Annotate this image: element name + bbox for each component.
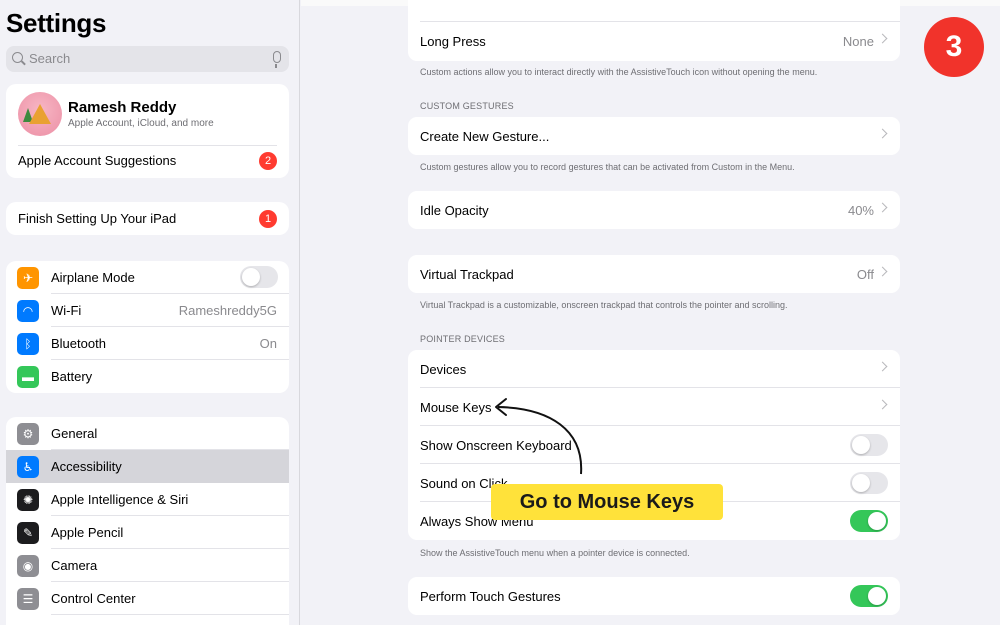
step-number-badge: 3 (924, 17, 984, 77)
settings-sidebar: Settings Search Ramesh Reddy Apple Accou… (0, 0, 300, 625)
double-tap-row[interactable] (408, 0, 900, 22)
sidebar-item-label: Bluetooth (51, 336, 106, 351)
camera-icon: ◉ (17, 555, 39, 577)
siri-icon: ✺ (17, 489, 39, 511)
sidebar-item-label: Apple Intelligence & Siri (51, 492, 189, 507)
sidebar-item-bluetooth[interactable]: ᛒ Bluetooth On (6, 327, 289, 360)
sidebar-title: Settings (6, 8, 107, 38)
long-press-label: Long Press (420, 34, 486, 49)
pencil-icon: ✎ (17, 522, 39, 544)
suggestions-badge: 2 (259, 152, 277, 170)
profile-name: Ramesh Reddy (68, 99, 177, 116)
account-suggestions-row[interactable]: Apple Account Suggestions 2 (18, 145, 277, 170)
custom-gestures-header: CUSTOM GESTURES (420, 101, 514, 111)
control-center-icon: ☰ (17, 588, 39, 610)
virtual-trackpad-row[interactable]: Virtual Trackpad Off (408, 255, 900, 293)
bluetooth-value: On (259, 336, 277, 351)
connectivity-group: ✈ Airplane Mode ◠ Wi-Fi Rameshreddy5G ᛒ … (6, 261, 289, 393)
idle-opacity-label: Idle Opacity (420, 203, 489, 218)
instruction-callout: Go to Mouse Keys (491, 484, 723, 520)
finish-setup-row[interactable]: Finish Setting Up Your iPad 1 (6, 202, 289, 235)
pointer-devices-footer: Show the AssistiveTouch menu when a poin… (420, 548, 690, 558)
sidebar-item-control-center[interactable]: ☰ Control Center (6, 582, 289, 615)
microphone-icon[interactable] (273, 51, 281, 68)
sidebar-item-general[interactable]: ⚙ General (6, 417, 289, 450)
long-press-row[interactable]: Long Press None (408, 22, 900, 60)
sidebar-item-label: Battery (51, 369, 93, 384)
sidebar-item-battery[interactable]: ▬ Battery (6, 360, 289, 393)
chevron-right-icon (877, 33, 888, 44)
devices-row[interactable]: Devices (408, 350, 900, 388)
assistivetouch-detail: Long Press None Custom actions allow you… (301, 0, 1000, 625)
create-gesture-label: Create New Gesture... (420, 129, 550, 144)
show-onscreen-keyboard-toggle[interactable] (850, 434, 888, 456)
chevron-right-icon (877, 361, 888, 372)
airplane-icon: ✈ (17, 267, 39, 289)
custom-gestures-footer: Custom gestures allow you to record gest… (420, 162, 795, 172)
general-group: ⚙ General ♿ Accessibility ✺ Apple Intell… (6, 417, 289, 625)
sidebar-item-label: Accessibility (51, 459, 122, 474)
virtual-trackpad-footer: Virtual Trackpad is a customizable, onsc… (420, 300, 788, 310)
sidebar-item-accessibility[interactable]: ♿ Accessibility (6, 450, 289, 483)
always-show-menu-toggle[interactable] (850, 510, 888, 532)
wifi-icon: ◠ (17, 300, 39, 322)
idle-opacity-group: Idle Opacity 40% (408, 191, 900, 229)
finish-setup-badge: 1 (259, 210, 277, 228)
sidebar-item-label: Airplane Mode (51, 270, 135, 285)
pointer-devices-header: POINTER DEVICES (420, 334, 506, 344)
account-suggestions-label: Apple Account Suggestions (18, 153, 177, 168)
chevron-right-icon (877, 399, 888, 410)
perform-touch-gestures-toggle[interactable] (850, 585, 888, 607)
gear-icon: ⚙ (17, 423, 39, 445)
chevron-right-icon (877, 128, 888, 139)
devices-label: Devices (420, 362, 467, 377)
sidebar-item-label: Apple Pencil (51, 525, 124, 540)
chevron-right-icon (877, 202, 888, 213)
sidebar-item-airplane-mode[interactable]: ✈ Airplane Mode (6, 261, 289, 294)
chevron-right-icon (877, 266, 888, 277)
custom-actions-footer: Custom actions allow you to interact dir… (420, 67, 818, 77)
bluetooth-icon: ᛒ (17, 333, 39, 355)
sidebar-item-camera[interactable]: ◉ Camera (6, 549, 289, 582)
profile-subtitle: Apple Account, iCloud, and more (68, 118, 214, 129)
sidebar-item-label: General (51, 426, 98, 441)
finish-setup-label: Finish Setting Up Your iPad (18, 211, 177, 226)
profile-card[interactable]: Ramesh Reddy Apple Account, iCloud, and … (6, 84, 289, 178)
touch-gestures-group: Perform Touch Gestures (408, 577, 900, 615)
sound-on-click-toggle[interactable] (850, 472, 888, 494)
sidebar-item-label: Control Center (51, 591, 136, 606)
idle-opacity-value: 40% (847, 203, 874, 218)
create-gesture-row[interactable]: Create New Gesture... (408, 117, 900, 155)
airplane-mode-toggle[interactable] (240, 266, 278, 288)
perform-touch-gestures-label: Perform Touch Gestures (420, 589, 561, 604)
search-placeholder: Search (29, 51, 71, 66)
sidebar-item-wifi[interactable]: ◠ Wi-Fi Rameshreddy5G (6, 294, 289, 327)
sidebar-item-label: Camera (51, 558, 98, 573)
long-press-value: None (842, 34, 874, 49)
accessibility-icon: ♿ (17, 456, 39, 478)
sidebar-item-label: Wi-Fi (51, 303, 82, 318)
virtual-trackpad-value: Off (856, 267, 874, 282)
callout-arrow-icon (495, 398, 583, 475)
virtual-trackpad-group: Virtual Trackpad Off (408, 255, 900, 293)
idle-opacity-row[interactable]: Idle Opacity 40% (408, 191, 900, 229)
battery-icon: ▬ (17, 366, 39, 388)
virtual-trackpad-label: Virtual Trackpad (420, 267, 514, 282)
wifi-network-value: Rameshreddy5G (178, 303, 277, 318)
avatar (18, 92, 62, 136)
perform-touch-gestures-row: Perform Touch Gestures (408, 577, 900, 615)
search-field[interactable]: Search (6, 46, 289, 72)
search-icon (12, 52, 23, 63)
sidebar-item-apple-intelligence[interactable]: ✺ Apple Intelligence & Siri (6, 483, 289, 516)
custom-actions-group: Long Press None (408, 0, 900, 61)
sidebar-item-apple-pencil[interactable]: ✎ Apple Pencil (6, 516, 289, 549)
custom-gestures-group: Create New Gesture... (408, 117, 900, 155)
